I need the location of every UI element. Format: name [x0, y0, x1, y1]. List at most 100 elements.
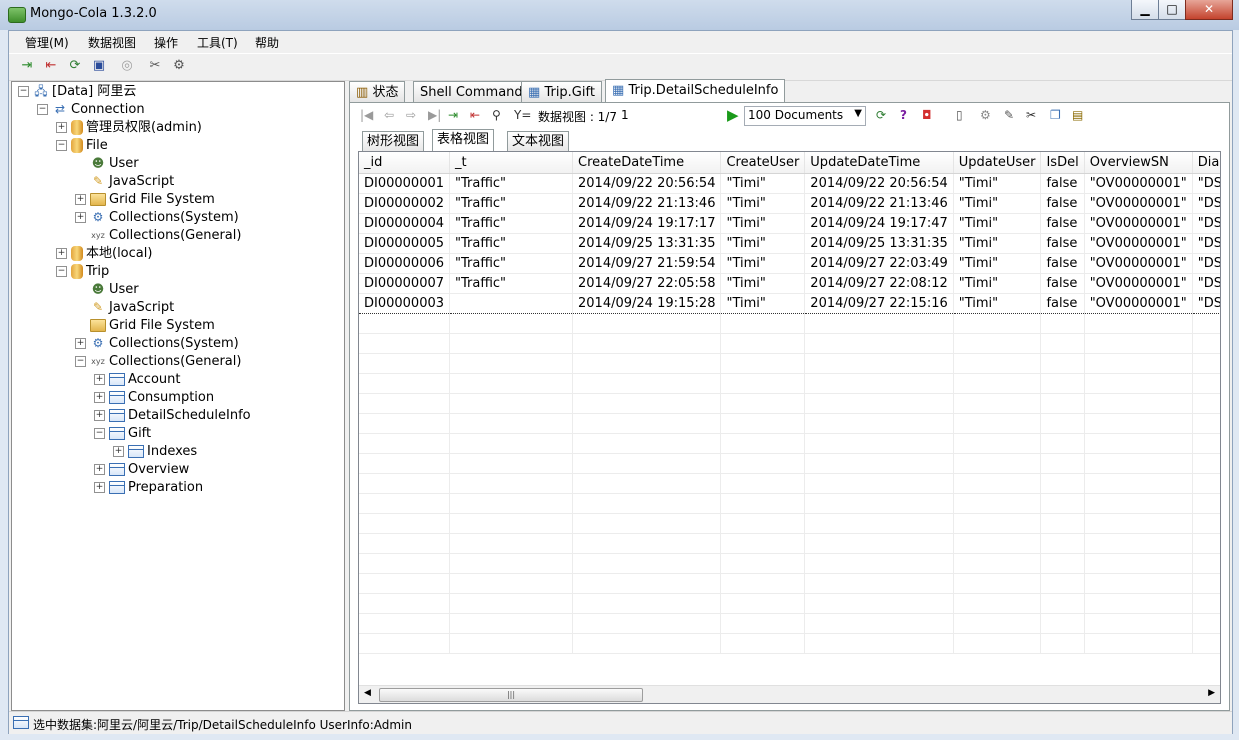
collapse-icon[interactable]: − — [18, 86, 29, 97]
table-row[interactable]: DI00000006 "Traffic" 2014/09/27 21:59:54 "T… — [359, 253, 1220, 274]
tree-item[interactable]: + 管理员权限(admin) — [56, 119, 202, 137]
table-cell[interactable]: DI00000005 — [359, 233, 451, 254]
table-cell[interactable]: "Timi" — [720, 233, 806, 254]
table-cell[interactable]: DI00000003 — [359, 293, 451, 314]
gear-icon[interactable]: ⚙ — [980, 108, 991, 122]
menu-data-view[interactable]: 数据视图 — [88, 34, 136, 51]
table-cell[interactable]: "Traffic" — [449, 173, 574, 194]
table-cell[interactable]: "DS00000002" — [1192, 273, 1220, 294]
table-cell[interactable]: "OV00000001" — [1084, 193, 1193, 214]
tab-status[interactable]: ▥ 状态 — [349, 81, 406, 103]
table-cell[interactable] — [449, 293, 574, 314]
table-cell[interactable]: "Timi" — [720, 293, 806, 314]
expand-icon[interactable]: + — [94, 464, 105, 475]
minimize-button[interactable]: ▁ — [1131, 0, 1159, 20]
filter-icon[interactable]: Y= — [514, 108, 531, 122]
stop-query-icon[interactable]: ◘ — [922, 108, 932, 122]
table-cell[interactable]: "Timi" — [953, 193, 1042, 214]
refresh-icon[interactable]: ⟳ — [67, 58, 83, 74]
column-header[interactable]: CreateDateTime — [572, 152, 722, 174]
table-cell[interactable]: "Timi" — [720, 173, 806, 194]
table-row[interactable]: DI00000001 "Traffic" 2014/09/22 20:56:54 "T… — [359, 173, 1220, 194]
table-cell[interactable]: "Timi" — [720, 273, 806, 294]
table-cell[interactable]: "OV00000001" — [1084, 253, 1193, 274]
tree-item[interactable]: + Preparation — [94, 479, 203, 497]
table-cell[interactable]: DI00000002 — [359, 193, 451, 214]
column-header[interactable]: _id — [359, 152, 451, 174]
expand-icon[interactable]: + — [75, 338, 86, 349]
tree-item[interactable]: + Account — [94, 371, 181, 389]
table-cell[interactable]: false — [1040, 273, 1085, 294]
tab-shell-command[interactable]: Shell Command — [413, 81, 530, 103]
expand-icon[interactable]: + — [56, 122, 67, 133]
export-icon[interactable]: ▣ — [91, 58, 107, 74]
tree-item[interactable]: ☻ User — [75, 155, 139, 173]
table-cell[interactable]: "Traffic" — [449, 253, 574, 274]
tree-item[interactable]: + Consumption — [94, 389, 214, 407]
tree-item[interactable]: + ⚙ Collections(System) — [75, 209, 239, 227]
tree-item[interactable]: + Grid File System — [75, 191, 215, 209]
menu-help[interactable]: 帮助 — [255, 34, 279, 51]
table-row[interactable]: DI00000004 "Traffic" 2014/09/24 19:17:17 "T… — [359, 213, 1220, 234]
tree-item[interactable]: xyz Collections(General) — [75, 227, 241, 245]
collapse-icon[interactable]: − — [56, 266, 67, 277]
column-header[interactable]: UpdateDateTime — [804, 152, 954, 174]
table-cell[interactable]: "Timi" — [953, 233, 1042, 254]
table-cell[interactable]: DI00000001 — [359, 173, 451, 194]
menu-manage[interactable]: 管理(M) — [25, 34, 69, 51]
stop-icon[interactable]: ◎ — [119, 58, 135, 74]
tree-item[interactable]: + Indexes — [113, 443, 197, 461]
edit-icon[interactable]: ✎ — [1004, 108, 1014, 122]
disconnect-icon[interactable]: ⇤ — [43, 58, 59, 74]
tree-item[interactable]: − Gift — [94, 425, 151, 443]
table-cell[interactable]: false — [1040, 173, 1085, 194]
table-cell[interactable]: DI00000006 — [359, 253, 451, 274]
table-cell[interactable]: 2014/09/22 21:13:46 — [804, 193, 954, 214]
table-cell[interactable]: 2014/09/27 21:59:54 — [572, 253, 722, 274]
table-cell[interactable]: "OV00000001" — [1084, 273, 1193, 294]
table-row[interactable]: DI00000007 "Traffic" 2014/09/27 22:05:58 "T… — [359, 273, 1220, 294]
table-cell[interactable]: "Timi" — [953, 173, 1042, 194]
tab-table-view[interactable]: 表格视图 — [432, 129, 495, 152]
table-cell[interactable]: "Timi" — [720, 213, 806, 234]
table-cell[interactable]: "DS00000006" — [1192, 233, 1220, 254]
table-cell[interactable]: 2014/09/24 19:17:17 — [572, 213, 722, 234]
menu-tools[interactable]: 工具(T) — [197, 34, 238, 51]
settings-icon[interactable]: ✂ — [147, 58, 163, 74]
table-cell[interactable]: 2014/09/27 22:03:49 — [804, 253, 954, 274]
tree-item[interactable]: − ⇄ Connection — [37, 101, 145, 119]
table-cell[interactable]: DI00000007 — [359, 273, 451, 294]
table-cell[interactable]: "Timi" — [953, 273, 1042, 294]
tree-item[interactable]: + Overview — [94, 461, 189, 479]
tools-icon[interactable]: ⚙ — [171, 58, 187, 74]
table-cell[interactable]: 2014/09/25 13:31:35 — [804, 233, 954, 254]
tab-trip-gift[interactable]: ▦ Trip.Gift — [521, 81, 602, 103]
table-cell[interactable]: 2014/09/24 19:15:28 — [572, 293, 722, 314]
table-cell[interactable]: "Traffic" — [449, 273, 574, 294]
table-cell[interactable]: false — [1040, 293, 1085, 314]
tree-item[interactable]: − xyz Collections(General) — [75, 353, 241, 371]
tree-item[interactable]: + DetailScheduleInfo — [94, 407, 251, 425]
prev-page-icon[interactable]: ⇦ — [384, 108, 394, 122]
tree-item[interactable]: ✎ JavaScript — [75, 173, 174, 191]
tab-tree-view[interactable]: 树形视图 — [362, 131, 425, 152]
table-cell[interactable]: 2014/09/24 19:17:47 — [804, 213, 954, 234]
tree-item[interactable]: + ⚙ Collections(System) — [75, 335, 239, 353]
collapse-icon[interactable]: − — [56, 140, 67, 151]
run-icon[interactable]: ▶ — [727, 106, 739, 124]
table-cell[interactable]: "OV00000001" — [1084, 173, 1193, 194]
maximize-button[interactable]: □ — [1158, 0, 1186, 20]
table-cell[interactable]: false — [1040, 213, 1085, 234]
tree-item[interactable]: Grid File System — [75, 317, 215, 335]
tree-item[interactable]: ☻ User — [75, 281, 139, 299]
remove-doc-icon[interactable]: ⇤ — [470, 108, 480, 122]
table-cell[interactable]: 2014/09/25 13:31:35 — [572, 233, 722, 254]
table-cell[interactable]: "DS00000001" — [1192, 193, 1220, 214]
data-grid[interactable]: _id _t CreateDateTime CreateUser UpdateDateT… — [358, 151, 1221, 704]
column-header[interactable]: UpdateUser — [953, 152, 1042, 174]
table-cell[interactable]: "Traffic" — [449, 233, 574, 254]
table-cell[interactable]: "OV00000001" — [1084, 293, 1193, 314]
table-cell[interactable]: false — [1040, 193, 1085, 214]
tree-item[interactable]: − 🖧 [Data] 阿里云 — [18, 83, 136, 101]
tree-item[interactable]: − File — [56, 137, 108, 155]
